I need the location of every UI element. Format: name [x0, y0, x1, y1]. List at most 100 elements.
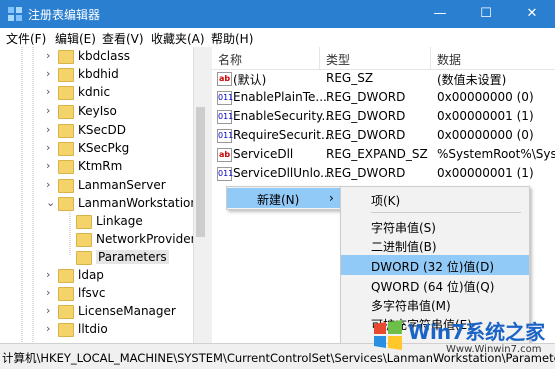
window-title: 注册表编辑器 [28, 8, 101, 22]
folder-icon [58, 142, 74, 156]
column-divider[interactable] [430, 47, 431, 69]
submenu-arrow-icon: › [329, 191, 334, 205]
watermark: Win7系统之家 Www.Winwin7.com [368, 312, 555, 368]
watermark-url: Www.Winwin7.com [446, 344, 542, 355]
expand-arrow-icon[interactable]: › [46, 104, 56, 117]
folder-icon [58, 160, 74, 174]
value-row[interactable]: 011 ServiceDllUnlo... REG_DWORD 0x000000… [212, 164, 555, 183]
submenu-item-label: 二进制值(B) [371, 240, 437, 254]
value-name: EnablePlainTe... [233, 90, 327, 104]
title-bar: 注册表编辑器 — ☐ ✕ [0, 0, 555, 28]
submenu-item-dword[interactable]: DWORD (32 位)值(D) [341, 255, 529, 275]
tree-scrollbar[interactable] [193, 47, 207, 343]
tree-item-label: Linkage [96, 214, 143, 228]
list-header: 名称 类型 数据 [212, 47, 555, 70]
close-button[interactable]: ✕ [509, 0, 555, 28]
value-row[interactable]: 011 EnablePlainTe... REG_DWORD 0x0000000… [212, 88, 555, 107]
value-row[interactable]: ab (默认) REG_SZ (数值未设置) [212, 69, 555, 88]
tree-item-label: LicenseManager [78, 304, 176, 318]
column-divider[interactable] [319, 47, 320, 69]
binary-value-icon: 011 [217, 91, 233, 105]
folder-icon [58, 305, 74, 319]
menu-edit[interactable]: 编辑(E) [55, 30, 96, 47]
menu-help[interactable]: 帮助(H) [211, 30, 253, 47]
expand-arrow-icon[interactable]: › [46, 304, 56, 317]
value-row[interactable]: 011 RequireSecurit... REG_DWORD 0x000000… [212, 126, 555, 145]
folder-icon [58, 50, 74, 64]
value-name: (默认) [233, 73, 267, 87]
context-menu-new[interactable]: 新建(N) › [227, 188, 342, 208]
submenu-item-binary[interactable]: 二进制值(B) [341, 235, 529, 255]
expand-arrow-icon[interactable]: › [46, 49, 56, 62]
context-menu-new-label: 新建(N) [257, 193, 300, 207]
value-name: RequireSecurit... [233, 128, 333, 142]
value-type: REG_EXPAND_SZ [326, 147, 428, 161]
value-row[interactable]: ab ServiceDll REG_EXPAND_SZ %SystemRoot%… [212, 145, 555, 164]
tree-item-label: Parameters [96, 250, 169, 264]
value-data: 0x00000001 (1) [437, 166, 534, 180]
folder-icon [76, 215, 92, 229]
tree-scrollbar-thumb[interactable] [196, 107, 205, 237]
submenu-item-label: DWORD (32 位)值(D) [371, 260, 494, 274]
expand-arrow-icon[interactable]: › [46, 85, 56, 98]
value-data: 0x00000001 (1) [437, 109, 534, 123]
expand-arrow-icon[interactable]: › [46, 268, 56, 281]
submenu-item-multistring[interactable]: 多字符串值(M) [341, 294, 529, 314]
tree-item-label: KtmRm [78, 159, 123, 173]
folder-icon [58, 323, 74, 337]
menu-favorites[interactable]: 收藏夹(A) [151, 30, 205, 47]
folder-icon [58, 105, 74, 119]
column-header-name[interactable]: 名称 [218, 51, 242, 68]
watermark-brand: Win7系统之家 [408, 320, 546, 344]
submenu-item-key[interactable]: 项(K) [341, 189, 529, 209]
value-type: REG_DWORD [326, 166, 406, 180]
value-type: REG_DWORD [326, 109, 406, 123]
tree-item-label: lfsvc [78, 286, 106, 300]
submenu-item-label: QWORD (64 位)值(Q) [371, 280, 495, 294]
tree-item-label: kbdclass [78, 49, 130, 63]
tree-item-label: kbdhid [78, 67, 119, 81]
value-name: EnableSecurity... [233, 109, 333, 123]
expand-arrow-icon[interactable]: › [46, 123, 56, 136]
collapse-arrow-icon[interactable]: ⌄ [46, 196, 56, 209]
expand-arrow-icon[interactable]: › [46, 141, 56, 154]
value-type: REG_DWORD [326, 128, 406, 142]
minimize-button[interactable]: — [417, 0, 463, 28]
open-folder-icon [76, 251, 92, 265]
menu-file[interactable]: 文件(F) [6, 30, 46, 47]
tree-item-label: LanmanServer [78, 178, 166, 192]
context-menu: 新建(N) › [226, 186, 343, 210]
expand-arrow-icon[interactable]: › [46, 286, 56, 299]
submenu-item-string[interactable]: 字符串值(S) [341, 216, 529, 236]
folder-icon [76, 233, 92, 247]
folder-icon [58, 179, 74, 193]
value-name: ServiceDll [233, 147, 294, 161]
binary-value-icon: 011 [217, 167, 233, 181]
submenu-item-qword[interactable]: QWORD (64 位)值(Q) [341, 275, 529, 295]
expand-arrow-icon[interactable]: › [46, 322, 56, 335]
column-header-type[interactable]: 类型 [326, 51, 350, 68]
expand-arrow-icon[interactable]: › [46, 178, 56, 191]
folder-icon [58, 86, 74, 100]
expand-arrow-icon[interactable]: › [46, 67, 56, 80]
windows-logo-icon [374, 320, 402, 350]
submenu-item-label: 字符串值(S) [371, 221, 436, 235]
tree-item-label: ldap [78, 268, 104, 282]
folder-icon [58, 124, 74, 138]
string-value-icon: ab [217, 148, 232, 162]
string-value-icon: ab [217, 72, 232, 86]
column-header-data[interactable]: 数据 [437, 51, 461, 68]
value-data: %SystemRoot%\Syster [437, 147, 555, 161]
value-name: ServiceDllUnlo... [233, 166, 332, 180]
maximize-button[interactable]: ☐ [463, 0, 509, 28]
regedit-app-icon [8, 7, 22, 21]
value-row[interactable]: 011 EnableSecurity... REG_DWORD 0x000000… [212, 107, 555, 126]
menu-view[interactable]: 查看(V) [102, 30, 144, 47]
expand-arrow-icon[interactable]: › [46, 159, 56, 172]
value-data: 0x00000000 (0) [437, 128, 534, 142]
value-data: (数值未设置) [437, 73, 507, 87]
value-data: 0x00000000 (0) [437, 90, 534, 104]
tree-item-label: LanmanWorkstation [78, 196, 198, 210]
menu-separator [371, 212, 521, 213]
tree-item-label: KeyIso [78, 104, 117, 118]
